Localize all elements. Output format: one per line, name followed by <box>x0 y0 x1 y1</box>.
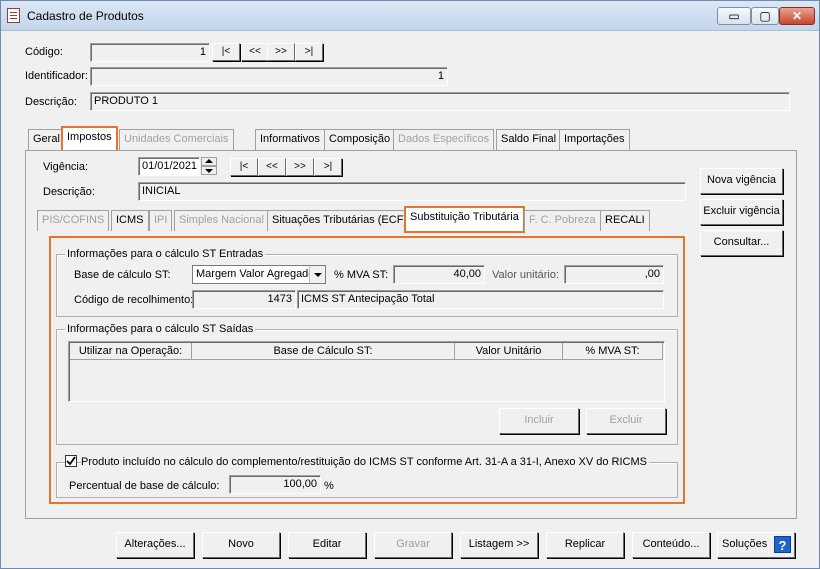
editar-button[interactable]: Editar <box>288 532 366 558</box>
conteudo-button[interactable]: Conteúdo... <box>632 532 710 558</box>
valor-unitario-field[interactable]: ,00 <box>564 265 664 284</box>
incluir-button[interactable]: Incluir <box>499 408 579 434</box>
valor-unitario-label: Valor unitário: <box>492 269 560 281</box>
codigo-next-button[interactable]: >> <box>267 43 295 61</box>
chevron-down-icon[interactable] <box>309 266 325 283</box>
minimize-button[interactable]: ▭ <box>717 7 751 25</box>
base-calculo-select[interactable]: Margem Valor Agregado <box>192 265 326 284</box>
restore-button[interactable]: ▢ <box>751 7 779 25</box>
codigo-recolhimento-field[interactable]: 1473 <box>192 290 296 309</box>
tab-importacoes[interactable]: Importações <box>559 129 630 150</box>
excluir-vigencia-button[interactable]: Excluir vigência <box>700 199 783 225</box>
vigencia-last-button[interactable]: >| <box>314 158 342 176</box>
codigo-first-button[interactable]: |< <box>212 43 240 61</box>
consultar-button[interactable]: Consultar... <box>700 230 783 256</box>
subtab-simples-nacional[interactable]: Simples Nacional <box>174 210 269 231</box>
codigo-last-button[interactable]: >| <box>295 43 323 61</box>
check-icon <box>66 456 76 466</box>
col-utilizar[interactable]: Utilizar na Operação: <box>70 343 192 360</box>
tab-saldo-final[interactable]: Saldo Final <box>496 129 562 150</box>
window-title: Cadastro de Produtos <box>27 9 144 23</box>
codigo-recolhimento-label: Código de recolhimento: <box>74 294 194 306</box>
vigencia-spinner[interactable] <box>201 157 217 176</box>
solucoes-button[interactable]: Soluções ? <box>717 532 795 558</box>
tab-impostos[interactable]: Impostos <box>61 126 118 152</box>
col-mva[interactable]: % MVA ST: <box>563 343 663 360</box>
tab-unidades-comerciais[interactable]: Unidades Comerciais <box>119 129 234 150</box>
codigo-label: Código: <box>25 46 63 58</box>
tab-geral[interactable]: Geral <box>28 129 65 150</box>
saidas-table[interactable]: Utilizar na Operação: Base de Cálculo ST… <box>68 341 665 402</box>
novo-button[interactable]: Novo <box>202 532 280 558</box>
descricao-label: Descrição: <box>25 96 77 108</box>
vigencia-prev-button[interactable]: << <box>258 158 286 176</box>
percentual-label: Percentual de base de cálculo: <box>69 480 220 492</box>
subtab-situacoes-tributarias[interactable]: Situações Tributárias (ECF) <box>267 210 413 231</box>
identificador-label: Identificador: <box>25 70 88 82</box>
base-calculo-label: Base de cálculo ST: <box>74 269 171 281</box>
percent-sign: % <box>324 480 334 492</box>
spin-down-icon[interactable] <box>201 166 217 175</box>
subtab-recali[interactable]: RECALI <box>600 210 650 231</box>
complemento-checkbox[interactable] <box>65 455 77 467</box>
col-base-calculo[interactable]: Base de Cálculo ST: <box>192 343 455 360</box>
subtab-substituicao-tributaria[interactable]: Substituição Tributária <box>404 206 525 233</box>
complemento-label[interactable]: Produto incluído no cálculo do complemen… <box>81 456 649 468</box>
alteracoes-button[interactable]: Alterações... <box>116 532 194 558</box>
codigo-prev-button[interactable]: << <box>241 43 269 61</box>
help-icon: ? <box>774 536 791 553</box>
vigencia-date-field[interactable]: 01/01/2021 <box>138 157 200 176</box>
tab-dados-especificos[interactable]: Dados Específicos <box>393 129 495 150</box>
vigencia-next-button[interactable]: >> <box>286 158 314 176</box>
subtab-icms[interactable]: ICMS <box>111 210 149 231</box>
vigencia-descricao-label: Descrição: <box>43 186 95 198</box>
mva-label: % MVA ST: <box>334 269 389 281</box>
vigencia-first-button[interactable]: |< <box>230 158 258 176</box>
spin-up-icon[interactable] <box>201 157 217 166</box>
title-bar: Cadastro de Produtos ▭ ▢ ✕ <box>1 1 819 31</box>
tab-informativos[interactable]: Informativos <box>255 129 325 150</box>
close-button[interactable]: ✕ <box>779 7 815 25</box>
solucoes-label: Soluções <box>722 538 768 550</box>
listagem-button[interactable]: Listagem >> <box>460 532 538 558</box>
base-calculo-value: Margem Valor Agregado <box>196 268 315 280</box>
subtab-ipi[interactable]: IPI <box>149 210 173 231</box>
saidas-title: Informações para o cálculo ST Saídas <box>65 323 256 335</box>
codigo-recolhimento-desc: ICMS ST Antecipação Total <box>297 290 664 309</box>
descricao-field[interactable]: PRODUTO 1 <box>90 92 790 111</box>
codigo-field[interactable]: 1 <box>90 43 210 62</box>
percentual-field[interactable]: 100,00 <box>229 475 321 494</box>
document-icon <box>7 8 20 23</box>
window: Cadastro de Produtos ▭ ▢ ✕ Código: 1 |< … <box>0 0 820 569</box>
replicar-button[interactable]: Replicar <box>546 532 624 558</box>
tab-composicao[interactable]: Composição <box>324 129 396 150</box>
identificador-field[interactable]: 1 <box>90 67 448 86</box>
entradas-title: Informações para o cálculo ST Entradas <box>65 248 266 260</box>
col-valor-unitario[interactable]: Valor Unitário <box>455 343 563 360</box>
nova-vigencia-button[interactable]: Nova vigência <box>700 168 783 194</box>
subtab-fc-pobreza[interactable]: F. C. Pobreza <box>524 210 601 231</box>
vigencia-label: Vigência: <box>43 161 89 173</box>
mva-field[interactable]: 40,00 <box>393 265 485 284</box>
excluir-button[interactable]: Excluir <box>586 408 666 434</box>
vigencia-descricao-field[interactable]: INICIAL <box>138 182 686 201</box>
subtab-pis-cofins[interactable]: PIS/COFINS <box>37 210 110 231</box>
gravar-button[interactable]: Gravar <box>374 532 452 558</box>
